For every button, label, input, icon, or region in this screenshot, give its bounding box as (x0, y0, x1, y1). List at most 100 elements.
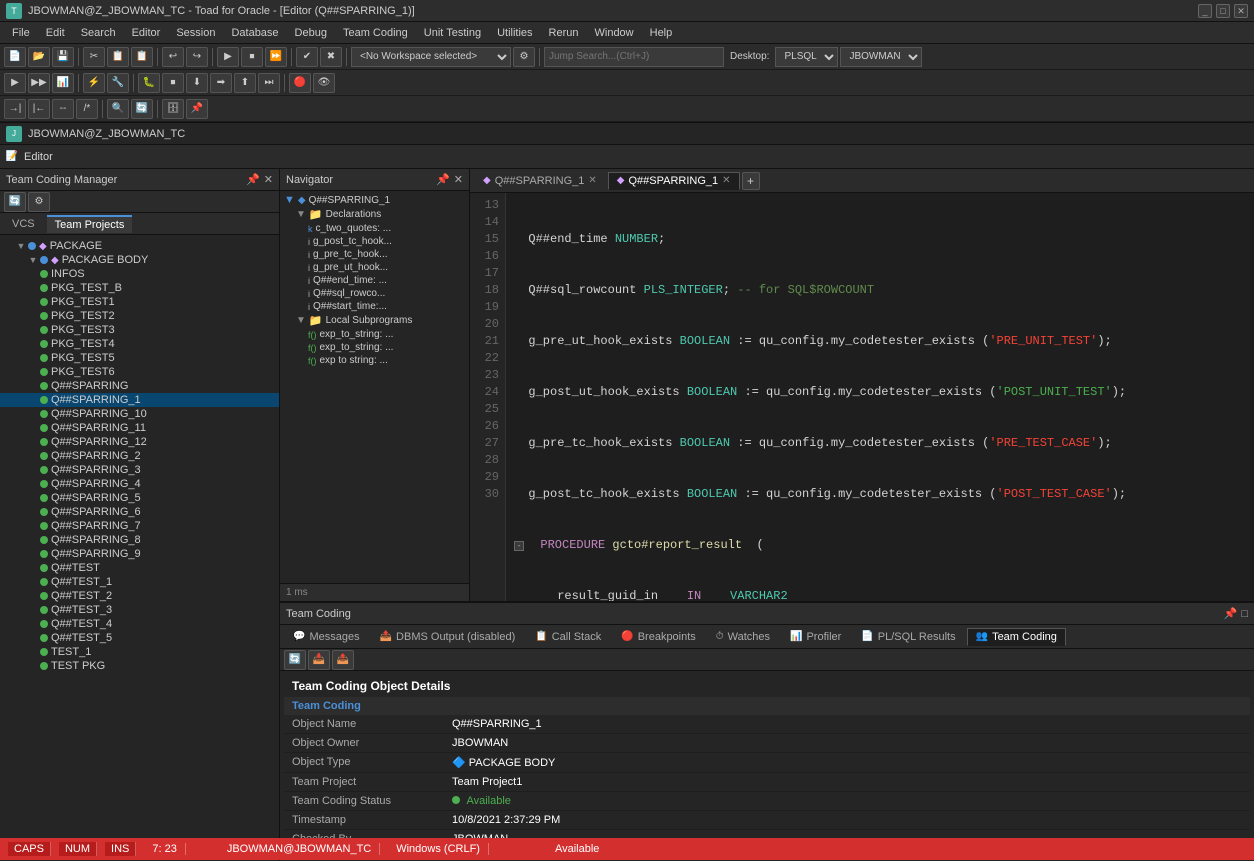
tb-stop-btn[interactable]: ⏹ (241, 47, 263, 67)
tb-replace-btn[interactable]: 🔄 (131, 99, 153, 119)
tb-breakpoint-btn[interactable]: 🔴 (289, 73, 311, 93)
tb-execute-all-btn[interactable]: ▶▶ (28, 73, 50, 93)
menu-file[interactable]: File (4, 25, 38, 41)
bottom-tab-team-coding[interactable]: 👥 Team Coding (967, 628, 1066, 646)
tb-paste-btn[interactable]: 📋 (131, 47, 153, 67)
editor-tab-2[interactable]: ◆ Q##SPARRING_1 ✕ (608, 172, 740, 190)
workspace-select[interactable]: <No Workspace selected> (351, 47, 511, 67)
bottom-tab-callstack[interactable]: 📋 Call Stack (526, 628, 610, 646)
tb-indent-btn[interactable]: →| (4, 99, 26, 119)
tb-explain-btn[interactable]: 📊 (52, 73, 74, 93)
tree-item-pkg-test3[interactable]: PKG_TEST3 (0, 323, 279, 337)
nav-g-pre-ut[interactable]: i g_pre_ut_hook... (280, 261, 469, 274)
tree-item-q-sparring-4[interactable]: Q##SPARRING_4 (0, 477, 279, 491)
tb-run-btn[interactable]: ▶ (217, 47, 239, 67)
menu-window[interactable]: Window (587, 25, 642, 41)
tb-step-btn[interactable]: ⏩ (265, 47, 287, 67)
tb-compile-btn[interactable]: 🔧 (107, 73, 129, 93)
tree-item-test-pkg[interactable]: TEST PKG (0, 659, 279, 673)
menu-team-coding[interactable]: Team Coding (335, 25, 416, 41)
tb-commit-btn[interactable]: ✔ (296, 47, 318, 67)
lp-settings-btn[interactable]: ⚙ (28, 192, 50, 212)
tree-item-q-test-4[interactable]: Q##TEST_4 (0, 617, 279, 631)
editor-tab-1-close[interactable]: ✕ (588, 175, 596, 186)
tree-item-q-test-2[interactable]: Q##TEST_2 (0, 589, 279, 603)
left-panel-pin[interactable]: 📌 (246, 173, 260, 186)
menu-session[interactable]: Session (168, 25, 223, 41)
tree-item-q-test-3[interactable]: Q##TEST_3 (0, 603, 279, 617)
jump-search-input[interactable] (544, 47, 724, 67)
tb-schema-browser-btn[interactable]: 🗄 (162, 99, 184, 119)
tree-item-pkg-test4[interactable]: PKG_TEST4 (0, 337, 279, 351)
nav-g-pre-tc[interactable]: i g_pre_tc_hook... (280, 248, 469, 261)
tree-item-q-sparring-2[interactable]: Q##SPARRING_2 (0, 449, 279, 463)
code-content[interactable]: Q##end_time NUMBER; Q##sql_rowcount PLS_… (506, 193, 1254, 601)
tree-item-q-sparring-10[interactable]: Q##SPARRING_10 (0, 407, 279, 421)
tb-new-btn[interactable]: 📄 (4, 47, 26, 67)
tree-item-pkg-test1[interactable]: PKG_TEST1 (0, 295, 279, 309)
tree-item-package-body[interactable]: ▼ ◆ PACKAGE BODY (0, 253, 279, 267)
tb-watch-btn[interactable]: 👁 (313, 73, 335, 93)
tb-run-to-cursor-btn[interactable]: ⏭ (258, 73, 280, 93)
tree-item-q-sparring-3[interactable]: Q##SPARRING_3 (0, 463, 279, 477)
tb-find-btn[interactable]: 🔍 (107, 99, 129, 119)
bt-checkout-btn[interactable]: 📤 (332, 650, 354, 670)
tb-step-over-btn[interactable]: ➡ (210, 73, 232, 93)
tree-item-infos[interactable]: INFOS (0, 267, 279, 281)
tab-vcs[interactable]: VCS (4, 216, 43, 232)
menu-rerun[interactable]: Rerun (541, 25, 587, 41)
tb-ws-btn[interactable]: ⚙ (513, 47, 535, 67)
tb-cut-btn[interactable]: ✂ (83, 47, 105, 67)
lp-refresh-btn[interactable]: 🔄 (4, 192, 26, 212)
editor-tab-1[interactable]: ◆ Q##SPARRING_1 ✕ (474, 172, 606, 190)
tb-debug-stop-btn[interactable]: ⏹ (162, 73, 184, 93)
bottom-tab-breakpoints[interactable]: 🔴 Breakpoints (612, 628, 705, 646)
menu-unit-testing[interactable]: Unit Testing (416, 25, 489, 41)
tree-item-q-test-5[interactable]: Q##TEST_5 (0, 631, 279, 645)
tree-item-q-sparring-7[interactable]: Q##SPARRING_7 (0, 519, 279, 533)
nav-sql-rowco[interactable]: i Q##sql_rowco... (280, 287, 469, 300)
bt-refresh-btn[interactable]: 🔄 (284, 650, 306, 670)
nav-declarations-header[interactable]: ▼ 📁 Declarations (280, 207, 469, 222)
bottom-tab-profiler[interactable]: 📊 Profiler (781, 628, 850, 646)
tb-step-into-btn[interactable]: ⬇ (186, 73, 208, 93)
tb-rollback-btn[interactable]: ✖ (320, 47, 342, 67)
restore-button[interactable]: □ (1216, 4, 1230, 18)
bottom-tab-plsql[interactable]: 📄 PL/SQL Results (852, 628, 964, 646)
tb-undo-btn[interactable]: ↩ (162, 47, 184, 67)
nav-c-two-quotes[interactable]: k c_two_quotes: ... (280, 222, 469, 235)
menu-debug[interactable]: Debug (287, 25, 335, 41)
menu-help[interactable]: Help (642, 25, 681, 41)
code-editor[interactable]: 13 14 15 16 17 18 19 20 21 22 23 24 25 2… (470, 193, 1254, 601)
tree-item-test-1[interactable]: TEST_1 (0, 645, 279, 659)
tb-outdent-btn[interactable]: |← (28, 99, 50, 119)
tb-execute-btn[interactable]: ▶ (4, 73, 26, 93)
menu-database[interactable]: Database (223, 25, 286, 41)
close-button[interactable]: ✕ (1234, 4, 1248, 18)
tree-item-q-sparring[interactable]: Q##SPARRING (0, 379, 279, 393)
tree-item-q-sparring-11[interactable]: Q##SPARRING_11 (0, 421, 279, 435)
tree-item-q-sparring-8[interactable]: Q##SPARRING_8 (0, 533, 279, 547)
bottom-tab-watches[interactable]: ⏱ Watches (707, 628, 779, 646)
tab-team-projects[interactable]: Team Projects (47, 215, 133, 233)
tree-item-q-sparring-6[interactable]: Q##SPARRING_6 (0, 505, 279, 519)
minimize-button[interactable]: _ (1198, 4, 1212, 18)
tree-item-pkg-test5[interactable]: PKG_TEST5 (0, 351, 279, 365)
tb-copy-btn[interactable]: 📋 (107, 47, 129, 67)
tree-item-pkg-test2[interactable]: PKG_TEST2 (0, 309, 279, 323)
bottom-tab-messages[interactable]: 💬 Messages (284, 628, 369, 646)
menu-utilities[interactable]: Utilities (489, 25, 540, 41)
tb-comment-btn[interactable]: -- (52, 99, 74, 119)
tb-debug-start-btn[interactable]: 🐛 (138, 73, 160, 93)
tb-step-out-btn[interactable]: ⬆ (234, 73, 256, 93)
tree-item-q-test-1[interactable]: Q##TEST_1 (0, 575, 279, 589)
bottom-panel-pin[interactable]: 📌 (1224, 607, 1238, 620)
nav-func-2[interactable]: f() exp_to_string: ... (280, 341, 469, 354)
tb-save-btn[interactable]: 💾 (52, 47, 74, 67)
tree-item-package[interactable]: ▼ ◆ PACKAGE (0, 239, 279, 253)
menu-editor[interactable]: Editor (124, 25, 169, 41)
menu-edit[interactable]: Edit (38, 25, 73, 41)
nav-start-time[interactable]: i Q##start_time:... (280, 300, 469, 313)
user-select[interactable]: JBOWMAN (840, 47, 922, 67)
nav-g-post-tc[interactable]: i g_post_tc_hook... (280, 235, 469, 248)
